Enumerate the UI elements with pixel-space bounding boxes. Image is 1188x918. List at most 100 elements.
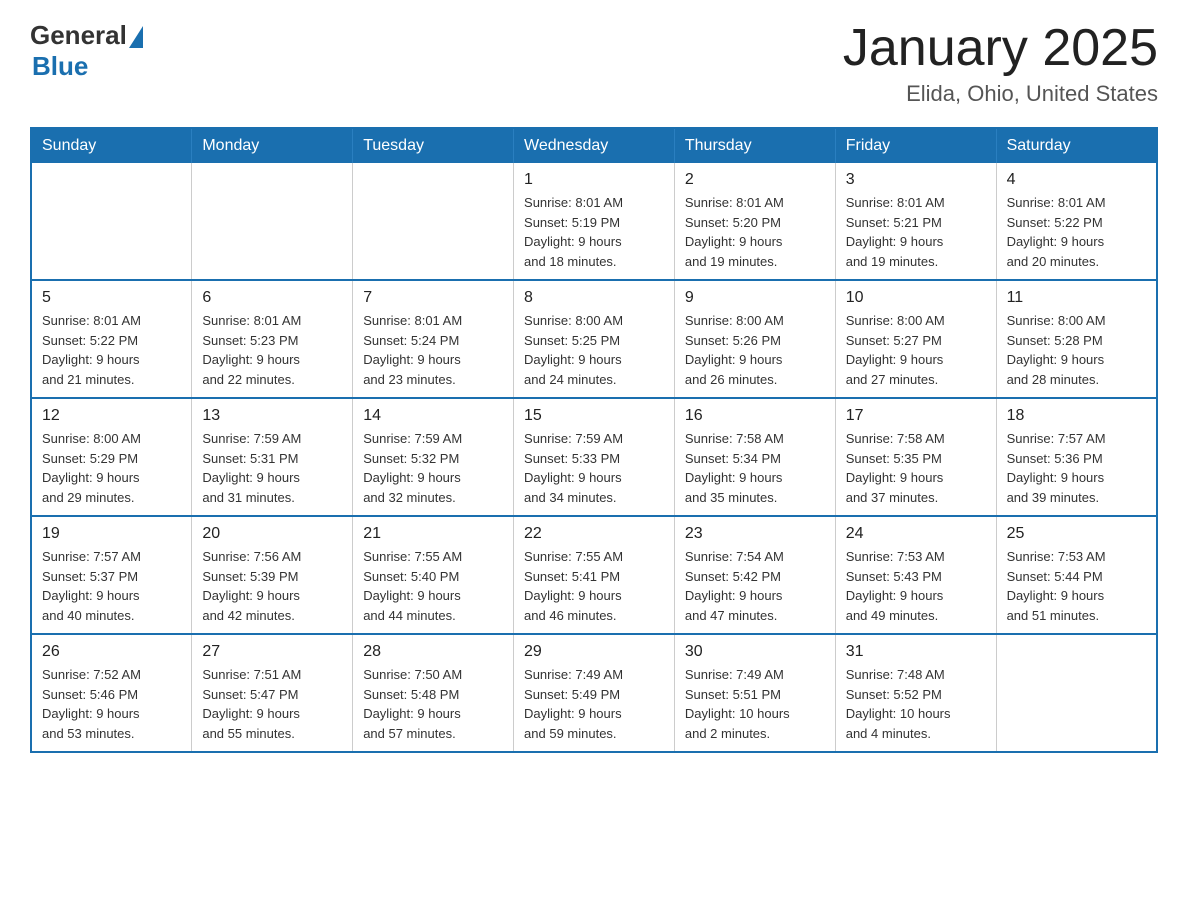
- calendar-day-cell: 9Sunrise: 8:00 AM Sunset: 5:26 PM Daylig…: [674, 280, 835, 398]
- day-info: Sunrise: 7:55 AM Sunset: 5:40 PM Dayligh…: [363, 547, 503, 625]
- day-number: 31: [846, 643, 986, 661]
- calendar-day-cell: 22 Sunrise: 7:55 AM Sunset: 5:41 PM Dayli…: [514, 516, 675, 634]
- day-info: Sunrise: 8:01 AM Sunset: 5:20 PM Dayligh…: [685, 193, 825, 271]
- day-info: Sunrise: 7:52 AM Sunset: 5:46 PM Dayligh…: [42, 665, 181, 743]
- header-tuesday: Tuesday: [353, 128, 514, 163]
- logo-general-text: General: [30, 20, 127, 51]
- calendar-day-cell: 20 Sunrise: 7:56 AM Sunset: 5:39 PM Dayli…: [192, 516, 353, 634]
- calendar-day-cell: 12Sunrise: 8:00 AM Sunset: 5:29 PM Dayli…: [31, 398, 192, 516]
- calendar-day-cell: 28Sunrise: 7:50 AM Sunset: 5:48 PM Dayli…: [353, 634, 514, 752]
- day-number: 2: [685, 171, 825, 189]
- day-number: 26: [42, 643, 181, 661]
- day-info: Sunrise: 7:58 AM Sunset: 5:35 PM Dayligh…: [846, 429, 986, 507]
- day-number: 4: [1007, 171, 1146, 189]
- page-header: General Blue January 2025 Elida, Ohio, U…: [30, 20, 1158, 107]
- day-number: 29: [524, 643, 664, 661]
- calendar-day-cell: 30 Sunrise: 7:49 AM Sunset: 5:51 PM Dayli…: [674, 634, 835, 752]
- header-sunday: Sunday: [31, 128, 192, 163]
- day-number: 25: [1007, 525, 1146, 543]
- calendar-day-cell: 13Sunrise: 7:59 AM Sunset: 5:31 PM Dayli…: [192, 398, 353, 516]
- day-info: Sunrise: 7:59 AM Sunset: 5:32 PM Dayligh…: [363, 429, 503, 507]
- calendar-day-cell: 8 Sunrise: 8:00 AM Sunset: 5:25 PM Daylig…: [514, 280, 675, 398]
- logo: General Blue: [30, 20, 143, 82]
- calendar-day-cell: 31 Sunrise: 7:48 AM Sunset: 5:52 PM Dayli…: [835, 634, 996, 752]
- day-info: Sunrise: 8:01 AM Sunset: 5:23 PM Dayligh…: [202, 311, 342, 389]
- calendar-week-row: 26 Sunrise: 7:52 AM Sunset: 5:46 PM Dayli…: [31, 634, 1157, 752]
- day-info: Sunrise: 8:01 AM Sunset: 5:19 PM Dayligh…: [524, 193, 664, 271]
- calendar-day-cell: 26 Sunrise: 7:52 AM Sunset: 5:46 PM Dayli…: [31, 634, 192, 752]
- day-info: Sunrise: 7:51 AM Sunset: 5:47 PM Dayligh…: [202, 665, 342, 743]
- calendar-day-cell: 21 Sunrise: 7:55 AM Sunset: 5:40 PM Dayli…: [353, 516, 514, 634]
- day-info: Sunrise: 8:01 AM Sunset: 5:22 PM Dayligh…: [1007, 193, 1146, 271]
- day-number: 7: [363, 289, 503, 307]
- day-info: Sunrise: 8:00 AM Sunset: 5:26 PM Dayligh…: [685, 311, 825, 389]
- location: Elida, Ohio, United States: [843, 81, 1158, 107]
- calendar-day-cell: 25 Sunrise: 7:53 AM Sunset: 5:44 PM Dayli…: [996, 516, 1157, 634]
- day-info: Sunrise: 7:49 AM Sunset: 5:51 PM Dayligh…: [685, 665, 825, 743]
- logo-blue-text: Blue: [32, 51, 88, 82]
- calendar-day-cell: 11 Sunrise: 8:00 AM Sunset: 5:28 PM Dayli…: [996, 280, 1157, 398]
- day-number: 3: [846, 171, 986, 189]
- header-saturday: Saturday: [996, 128, 1157, 163]
- calendar-empty-cell: [192, 163, 353, 280]
- day-number: 17: [846, 407, 986, 425]
- day-info: Sunrise: 7:55 AM Sunset: 5:41 PM Dayligh…: [524, 547, 664, 625]
- calendar-week-row: 1Sunrise: 8:01 AM Sunset: 5:19 PM Daylig…: [31, 163, 1157, 280]
- calendar-day-cell: 17 Sunrise: 7:58 AM Sunset: 5:35 PM Dayli…: [835, 398, 996, 516]
- calendar-week-row: 19 Sunrise: 7:57 AM Sunset: 5:37 PM Dayli…: [31, 516, 1157, 634]
- day-number: 23: [685, 525, 825, 543]
- day-info: Sunrise: 8:00 AM Sunset: 5:25 PM Dayligh…: [524, 311, 664, 389]
- header-wednesday: Wednesday: [514, 128, 675, 163]
- day-info: Sunrise: 7:56 AM Sunset: 5:39 PM Dayligh…: [202, 547, 342, 625]
- calendar-day-cell: 4 Sunrise: 8:01 AM Sunset: 5:22 PM Daylig…: [996, 163, 1157, 280]
- day-number: 5: [42, 289, 181, 307]
- calendar-day-cell: 10 Sunrise: 8:00 AM Sunset: 5:27 PM Dayli…: [835, 280, 996, 398]
- day-number: 10: [846, 289, 986, 307]
- calendar-day-cell: 6 Sunrise: 8:01 AM Sunset: 5:23 PM Daylig…: [192, 280, 353, 398]
- day-number: 24: [846, 525, 986, 543]
- day-number: 27: [202, 643, 342, 661]
- header-friday: Friday: [835, 128, 996, 163]
- day-number: 8: [524, 289, 664, 307]
- day-number: 21: [363, 525, 503, 543]
- day-number: 11: [1007, 289, 1146, 307]
- calendar-week-row: 12Sunrise: 8:00 AM Sunset: 5:29 PM Dayli…: [31, 398, 1157, 516]
- day-info: Sunrise: 7:57 AM Sunset: 5:37 PM Dayligh…: [42, 547, 181, 625]
- day-number: 20: [202, 525, 342, 543]
- day-info: Sunrise: 7:48 AM Sunset: 5:52 PM Dayligh…: [846, 665, 986, 743]
- calendar-day-cell: 24 Sunrise: 7:53 AM Sunset: 5:43 PM Dayli…: [835, 516, 996, 634]
- calendar-week-row: 5Sunrise: 8:01 AM Sunset: 5:22 PM Daylig…: [31, 280, 1157, 398]
- calendar-table: SundayMondayTuesdayWednesdayThursdayFrid…: [30, 127, 1158, 753]
- calendar-day-cell: 5Sunrise: 8:01 AM Sunset: 5:22 PM Daylig…: [31, 280, 192, 398]
- day-number: 13: [202, 407, 342, 425]
- day-number: 18: [1007, 407, 1146, 425]
- day-info: Sunrise: 8:00 AM Sunset: 5:28 PM Dayligh…: [1007, 311, 1146, 389]
- calendar-header-row: SundayMondayTuesdayWednesdayThursdayFrid…: [31, 128, 1157, 163]
- day-info: Sunrise: 7:58 AM Sunset: 5:34 PM Dayligh…: [685, 429, 825, 507]
- day-info: Sunrise: 7:49 AM Sunset: 5:49 PM Dayligh…: [524, 665, 664, 743]
- logo-triangle-icon: [129, 26, 143, 48]
- day-number: 14: [363, 407, 503, 425]
- day-number: 6: [202, 289, 342, 307]
- day-info: Sunrise: 7:53 AM Sunset: 5:44 PM Dayligh…: [1007, 547, 1146, 625]
- calendar-day-cell: 27 Sunrise: 7:51 AM Sunset: 5:47 PM Dayli…: [192, 634, 353, 752]
- header-monday: Monday: [192, 128, 353, 163]
- title-section: January 2025 Elida, Ohio, United States: [843, 20, 1158, 107]
- day-info: Sunrise: 8:00 AM Sunset: 5:27 PM Dayligh…: [846, 311, 986, 389]
- day-info: Sunrise: 8:01 AM Sunset: 5:21 PM Dayligh…: [846, 193, 986, 271]
- calendar-day-cell: 29 Sunrise: 7:49 AM Sunset: 5:49 PM Dayli…: [514, 634, 675, 752]
- day-number: 30: [685, 643, 825, 661]
- calendar-day-cell: 23 Sunrise: 7:54 AM Sunset: 5:42 PM Dayli…: [674, 516, 835, 634]
- day-info: Sunrise: 7:53 AM Sunset: 5:43 PM Dayligh…: [846, 547, 986, 625]
- calendar-empty-cell: [353, 163, 514, 280]
- calendar-day-cell: 16Sunrise: 7:58 AM Sunset: 5:34 PM Dayli…: [674, 398, 835, 516]
- calendar-day-cell: 18Sunrise: 7:57 AM Sunset: 5:36 PM Dayli…: [996, 398, 1157, 516]
- calendar-day-cell: 7Sunrise: 8:01 AM Sunset: 5:24 PM Daylig…: [353, 280, 514, 398]
- calendar-day-cell: 19 Sunrise: 7:57 AM Sunset: 5:37 PM Dayli…: [31, 516, 192, 634]
- calendar-day-cell: 15Sunrise: 7:59 AM Sunset: 5:33 PM Dayli…: [514, 398, 675, 516]
- day-number: 22: [524, 525, 664, 543]
- day-info: Sunrise: 7:54 AM Sunset: 5:42 PM Dayligh…: [685, 547, 825, 625]
- header-thursday: Thursday: [674, 128, 835, 163]
- calendar-day-cell: 3 Sunrise: 8:01 AM Sunset: 5:21 PM Daylig…: [835, 163, 996, 280]
- day-number: 19: [42, 525, 181, 543]
